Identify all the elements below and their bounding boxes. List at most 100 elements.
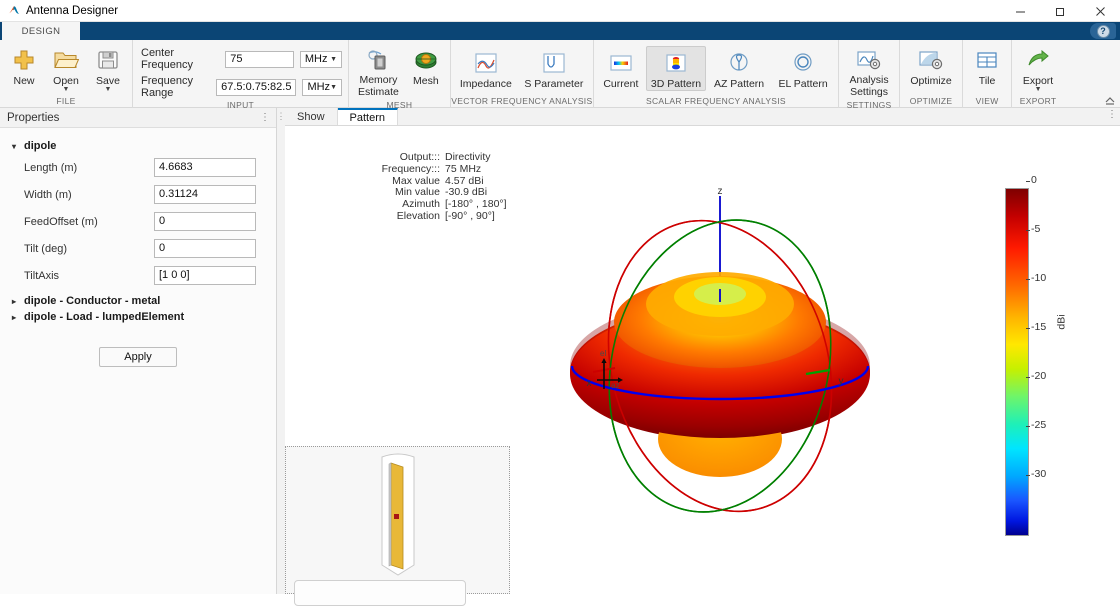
center-frequency-unit-select[interactable]: MHz ▼ [300, 51, 342, 68]
save-button[interactable]: Save ▼ [88, 43, 128, 93]
az-pattern-button[interactable]: AZ Pattern [708, 46, 770, 91]
window-title: Antenna Designer [26, 5, 118, 17]
title-bar: Antenna Designer [0, 0, 1120, 22]
preview-info-box [294, 580, 466, 606]
center-frequency-input[interactable]: 75 [225, 51, 294, 68]
pattern-surface [570, 272, 870, 477]
open-dropdown-icon[interactable]: ▼ [63, 87, 70, 92]
save-dropdown-icon[interactable]: ▼ [105, 87, 112, 92]
apply-button[interactable]: Apply [99, 347, 177, 367]
save-disk-icon [93, 46, 123, 74]
ribbon-groups: New Open ▼ [0, 40, 1120, 108]
ribbon-group-view: Tile VIEW [963, 40, 1012, 108]
tile-button[interactable]: Tile [967, 43, 1007, 88]
info-elevation-value: [-90° , 90°] [440, 211, 495, 223]
help-button[interactable]: ? [1090, 23, 1116, 39]
mesh-icon [411, 46, 441, 74]
frequency-range-input[interactable]: 67.5:0.75:82.5 [216, 79, 296, 96]
open-folder-icon [51, 46, 81, 74]
ribbon-group-view-items: Tile [963, 40, 1011, 95]
panel-splitter[interactable]: ⋮ [277, 108, 285, 594]
dipole-geometry-svg [286, 447, 511, 595]
open-button[interactable]: Open ▼ [46, 43, 86, 93]
ribbon-group-settings-items: AnalysisSettings [839, 40, 899, 99]
optimize-button[interactable]: Optimize [904, 43, 958, 88]
property-row-tilt: Tilt (deg) 0 [8, 235, 268, 262]
chevron-down-icon: ▼ [330, 80, 337, 95]
export-dropdown-icon[interactable]: ▼ [1035, 87, 1042, 92]
analysis-settings-icon [854, 46, 884, 74]
antenna-geometry-preview[interactable] [285, 446, 510, 594]
current-button-label: Current [603, 78, 638, 90]
close-button[interactable] [1080, 0, 1120, 22]
vertical-dots-icon[interactable]: ⋮ [1107, 110, 1117, 119]
tab-show[interactable]: Show [285, 108, 338, 125]
pattern-3d-button[interactable]: 3D Pattern [646, 46, 706, 91]
ribbon-group-optimize-label: OPTIMIZE [900, 95, 962, 108]
vertical-dots-icon[interactable]: ⋮ [260, 113, 270, 122]
colorbar-tick-4: -20 [1031, 370, 1046, 382]
property-row-tiltaxis: TiltAxis [1 0 0] [8, 262, 268, 289]
el-pattern-button-label: EL Pattern [778, 78, 827, 90]
frequency-range-row: Frequency Range 67.5:0.75:82.5 MHz ▼ [141, 75, 342, 99]
current-button[interactable]: Current [598, 46, 644, 91]
export-arrow-icon [1023, 46, 1053, 74]
colorbar-tick-5: -25 [1031, 419, 1046, 431]
colorbar-tick-2: -10 [1031, 272, 1046, 284]
ribbon-group-input: Center Frequency 75 MHz ▼ Frequency Rang… [133, 40, 349, 108]
ribbon-group-settings: AnalysisSettings SETTINGS [839, 40, 900, 108]
tab-pattern[interactable]: Pattern [338, 108, 398, 125]
chevron-down-icon: ▼ [330, 52, 337, 67]
marker-el-label: el [600, 349, 606, 358]
new-button-label: New [13, 75, 34, 87]
length-input[interactable]: 4.6683 [154, 158, 256, 177]
pattern-3d-button-label: 3D Pattern [651, 78, 701, 90]
marker-az-label: az [611, 381, 619, 390]
chevron-down-icon: ▾ [12, 142, 20, 151]
memory-estimate-button[interactable]: MemoryEstimate [353, 43, 404, 99]
properties-section-conductor[interactable]: ▸ dipole - Conductor - metal [8, 293, 268, 309]
help-icon: ? [1097, 25, 1110, 38]
center-frequency-row: Center Frequency 75 MHz ▼ [141, 47, 342, 71]
frequency-range-unit-select[interactable]: MHz ▼ [302, 79, 342, 96]
mesh-button[interactable]: Mesh [406, 43, 446, 88]
axis-y-label: y [839, 376, 844, 387]
document-tab-bar: Show Pattern ⋮ [285, 108, 1120, 126]
ribbon-group-sfa-label: SCALAR FREQUENCY ANALYSIS [594, 95, 838, 108]
info-elevation-key: Elevation [360, 211, 440, 223]
tiltaxis-input[interactable]: [1 0 0] [154, 266, 256, 285]
s-parameter-button[interactable]: S Parameter [519, 46, 589, 91]
export-button[interactable]: Export ▼ [1016, 43, 1060, 93]
ribbon-group-export-items: Export ▼ [1012, 40, 1064, 95]
analysis-settings-label: AnalysisSettings [850, 75, 889, 98]
ribbon-group-vector-frequency-analysis: Impedance S Parameter VECTOR FR [451, 40, 594, 108]
analysis-settings-button[interactable]: AnalysisSettings [843, 43, 895, 99]
colorbar-tick-6: -30 [1031, 468, 1046, 480]
tilt-input[interactable]: 0 [154, 239, 256, 258]
radiation-pattern-3d[interactable]: z [545, 184, 895, 544]
ribbon-collapse-icon[interactable] [1103, 94, 1117, 106]
new-button[interactable]: New [4, 43, 44, 88]
minimize-button[interactable] [1000, 0, 1040, 22]
impedance-button[interactable]: Impedance [455, 46, 517, 91]
s-parameter-button-label: S Parameter [524, 78, 583, 90]
ribbon-group-optimize-items: Optimize [900, 40, 962, 95]
width-input[interactable]: 0.31124 [154, 185, 256, 204]
properties-section-load[interactable]: ▸ dipole - Load - lumpedElement [8, 309, 268, 325]
properties-root-node[interactable]: ▾ dipole [8, 138, 268, 154]
maximize-button[interactable] [1040, 0, 1080, 22]
tab-design[interactable]: DESIGN [2, 22, 80, 40]
width-label: Width (m) [24, 189, 154, 201]
el-pattern-button[interactable]: EL Pattern [772, 46, 834, 91]
document-area: Show Pattern ⋮ Output::: Directivity Fre… [285, 108, 1120, 594]
az-pattern-button-label: AZ Pattern [714, 78, 764, 90]
colorbar-tick-1: -5 [1031, 223, 1040, 235]
ribbon-tab-strip: DESIGN ? [0, 22, 1120, 40]
new-plus-icon [9, 46, 39, 74]
properties-panel-header: Properties ⋮ [0, 108, 276, 128]
ribbon-group-vfa-label: VECTOR FREQUENCY ANALYSIS [451, 95, 593, 108]
colorbar [1005, 188, 1029, 536]
feedoffset-input[interactable]: 0 [154, 212, 256, 231]
ribbon-group-file: New Open ▼ [0, 40, 133, 108]
pattern-3d-icon [661, 49, 691, 77]
